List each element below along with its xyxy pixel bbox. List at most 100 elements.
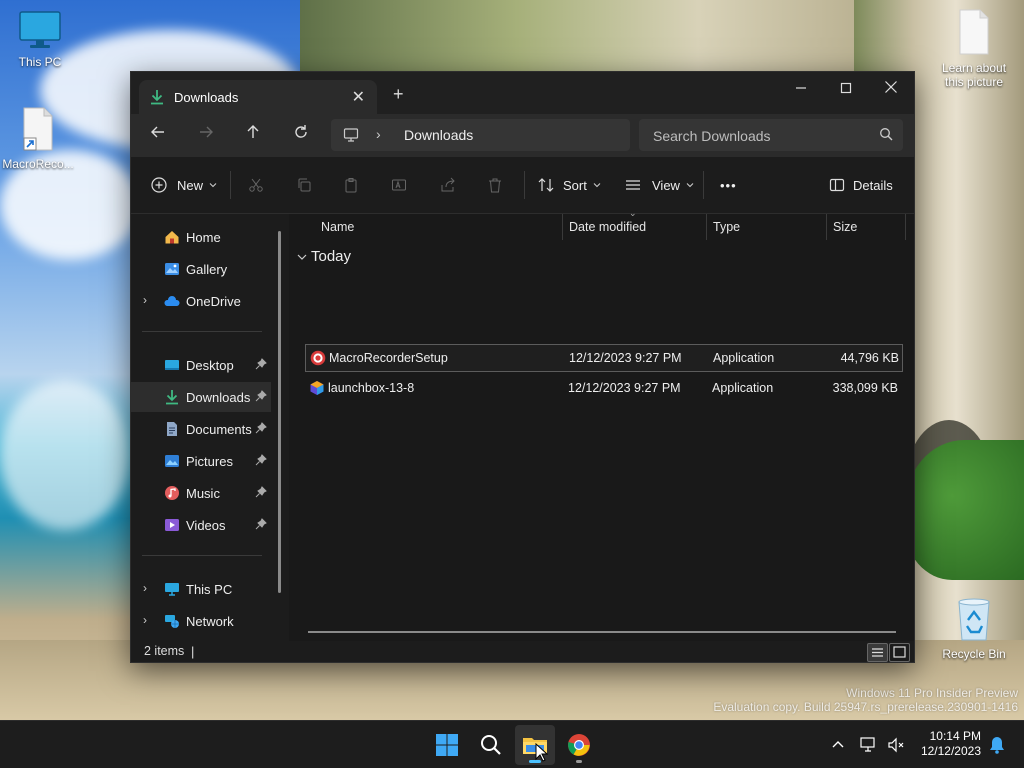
sidebar-item-pictures[interactable]: Pictures <box>131 446 271 476</box>
delete-button[interactable] <box>487 172 503 198</box>
new-tab-button[interactable]: + <box>393 84 404 105</box>
chrome-taskbar-button[interactable] <box>559 725 599 765</box>
sidebar-item-gallery[interactable]: Gallery <box>131 254 271 284</box>
search-box[interactable] <box>639 119 903 151</box>
clock-time: 10:14 PM <box>929 729 981 743</box>
sidebar-divider <box>142 331 262 332</box>
download-icon <box>151 90 163 105</box>
speaker-muted-icon <box>888 737 904 753</box>
forward-button[interactable] <box>195 124 217 146</box>
share-button[interactable] <box>440 172 456 198</box>
desktop-icon-label: Recycle Bin <box>942 647 1006 661</box>
details-pane-button[interactable]: Details <box>829 172 893 198</box>
rename-icon <box>392 179 406 191</box>
sidebar-item-downloads[interactable]: Downloads <box>131 382 271 412</box>
cut-button[interactable] <box>248 172 264 198</box>
column-header-date-modified[interactable]: Date modified <box>569 214 646 240</box>
sidebar-item-home[interactable]: Home <box>131 222 271 252</box>
pin-icon[interactable] <box>255 390 267 402</box>
tab-close-button[interactable]: ✕ <box>352 87 365 107</box>
chevron-right-icon[interactable]: › <box>143 293 147 307</box>
copy-button[interactable] <box>296 172 312 198</box>
file-name: launchbox-13-8 <box>328 381 415 395</box>
address-path[interactable]: › Downloads <box>331 119 630 151</box>
monitor-icon <box>19 11 61 48</box>
network-status-button[interactable] <box>857 725 881 765</box>
desktop-icon-recycle-bin[interactable]: Recycle Bin <box>934 596 1014 661</box>
tiles-view-toggle[interactable] <box>889 643 910 662</box>
column-header-name[interactable]: Name <box>321 214 354 240</box>
sidebar-item-onedrive[interactable]: › OneDrive <box>131 286 271 316</box>
file-list: Name ⌄ Date modified Type Size Today Mac… <box>289 208 914 641</box>
chevron-right-icon[interactable]: › <box>143 581 147 595</box>
column-divider[interactable] <box>706 214 707 240</box>
copy-icon <box>298 178 311 192</box>
start-button[interactable] <box>427 725 467 765</box>
pin-icon[interactable] <box>255 518 267 530</box>
file-date: 12/12/2023 9:27 PM <box>569 351 682 365</box>
sidebar-item-videos[interactable]: Videos <box>131 510 271 540</box>
desktop-icon-learn-about-picture[interactable]: Learn about this picture <box>934 8 1014 89</box>
tab-downloads[interactable]: Downloads ✕ <box>139 80 377 114</box>
sort-button[interactable]: Sort <box>538 172 601 198</box>
maximize-button[interactable] <box>823 76 869 104</box>
column-header-type[interactable]: Type <box>713 214 740 240</box>
windows-logo-icon <box>436 734 458 756</box>
notifications-button[interactable] <box>985 725 1009 765</box>
pin-icon[interactable] <box>255 358 267 370</box>
column-divider[interactable] <box>905 214 906 240</box>
pin-icon[interactable] <box>255 454 267 466</box>
refresh-button[interactable] <box>290 124 312 146</box>
search-taskbar-button[interactable] <box>471 725 511 765</box>
file-name: MacroRecorderSetup <box>329 351 448 365</box>
sidebar-item-network[interactable]: › Network <box>131 606 271 636</box>
tab-label: Downloads <box>174 90 239 105</box>
toolbar-divider <box>230 171 231 199</box>
group-header-today[interactable]: Today <box>297 248 351 265</box>
item-count: 2 items <box>144 644 185 658</box>
toolbar-divider <box>703 171 704 199</box>
chevron-right-icon[interactable]: › <box>143 613 147 627</box>
column-divider[interactable] <box>826 214 827 240</box>
sidebar-item-documents[interactable]: Documents <box>131 414 271 444</box>
rename-button[interactable] <box>391 172 407 198</box>
volume-button[interactable] <box>884 725 908 765</box>
paste-button[interactable] <box>343 172 359 198</box>
desktop-icon-macrorecorder-shortcut[interactable]: MacroReco... <box>0 106 78 171</box>
system-clock[interactable]: 10:14 PM 12/12/2023 <box>921 729 981 759</box>
minimize-button[interactable] <box>778 76 824 104</box>
file-explorer-taskbar-button[interactable] <box>515 725 555 765</box>
file-row-macrorecordersetup[interactable]: MacroRecorderSetup 12/12/2023 9:27 PM Ap… <box>305 344 903 372</box>
pin-icon[interactable] <box>255 422 267 434</box>
column-header-size[interactable]: Size <box>833 214 857 240</box>
show-hidden-icons-button[interactable] <box>826 725 850 765</box>
desktop-folder-icon <box>165 360 179 370</box>
sidebar-item-this-pc[interactable]: › This PC <box>131 574 271 604</box>
breadcrumb-segment[interactable]: Downloads <box>404 127 473 143</box>
search-input[interactable] <box>651 125 865 147</box>
file-row-launchbox[interactable]: launchbox-13-8 12/12/2023 9:27 PM Applic… <box>305 375 901 401</box>
status-separator: | <box>191 644 195 659</box>
sidebar-scrollbar[interactable] <box>278 231 281 593</box>
file-date: 12/12/2023 9:27 PM <box>568 381 681 395</box>
view-list-icon <box>626 180 640 190</box>
view-button[interactable]: View <box>625 172 694 198</box>
pin-icon[interactable] <box>255 486 267 498</box>
details-view-icon <box>872 648 883 657</box>
column-divider[interactable] <box>562 214 563 240</box>
file-shortcut-icon <box>23 107 53 151</box>
new-button[interactable]: New <box>151 172 217 198</box>
network-icon <box>165 615 179 628</box>
back-button[interactable] <box>147 124 169 146</box>
close-button[interactable] <box>868 76 914 104</box>
details-view-toggle[interactable] <box>867 643 888 662</box>
sidebar-item-desktop[interactable]: Desktop <box>131 350 271 380</box>
desktop-icon-this-pc[interactable]: This PC <box>0 10 80 69</box>
sidebar-item-music[interactable]: Music <box>131 478 271 508</box>
file-type: Application <box>713 351 775 365</box>
network-monitor-icon <box>860 737 875 752</box>
details-button-label: Details <box>853 177 893 193</box>
more-options-button[interactable]: ••• <box>720 172 737 198</box>
horizontal-scrollbar[interactable] <box>308 631 896 633</box>
up-button[interactable] <box>242 124 264 146</box>
